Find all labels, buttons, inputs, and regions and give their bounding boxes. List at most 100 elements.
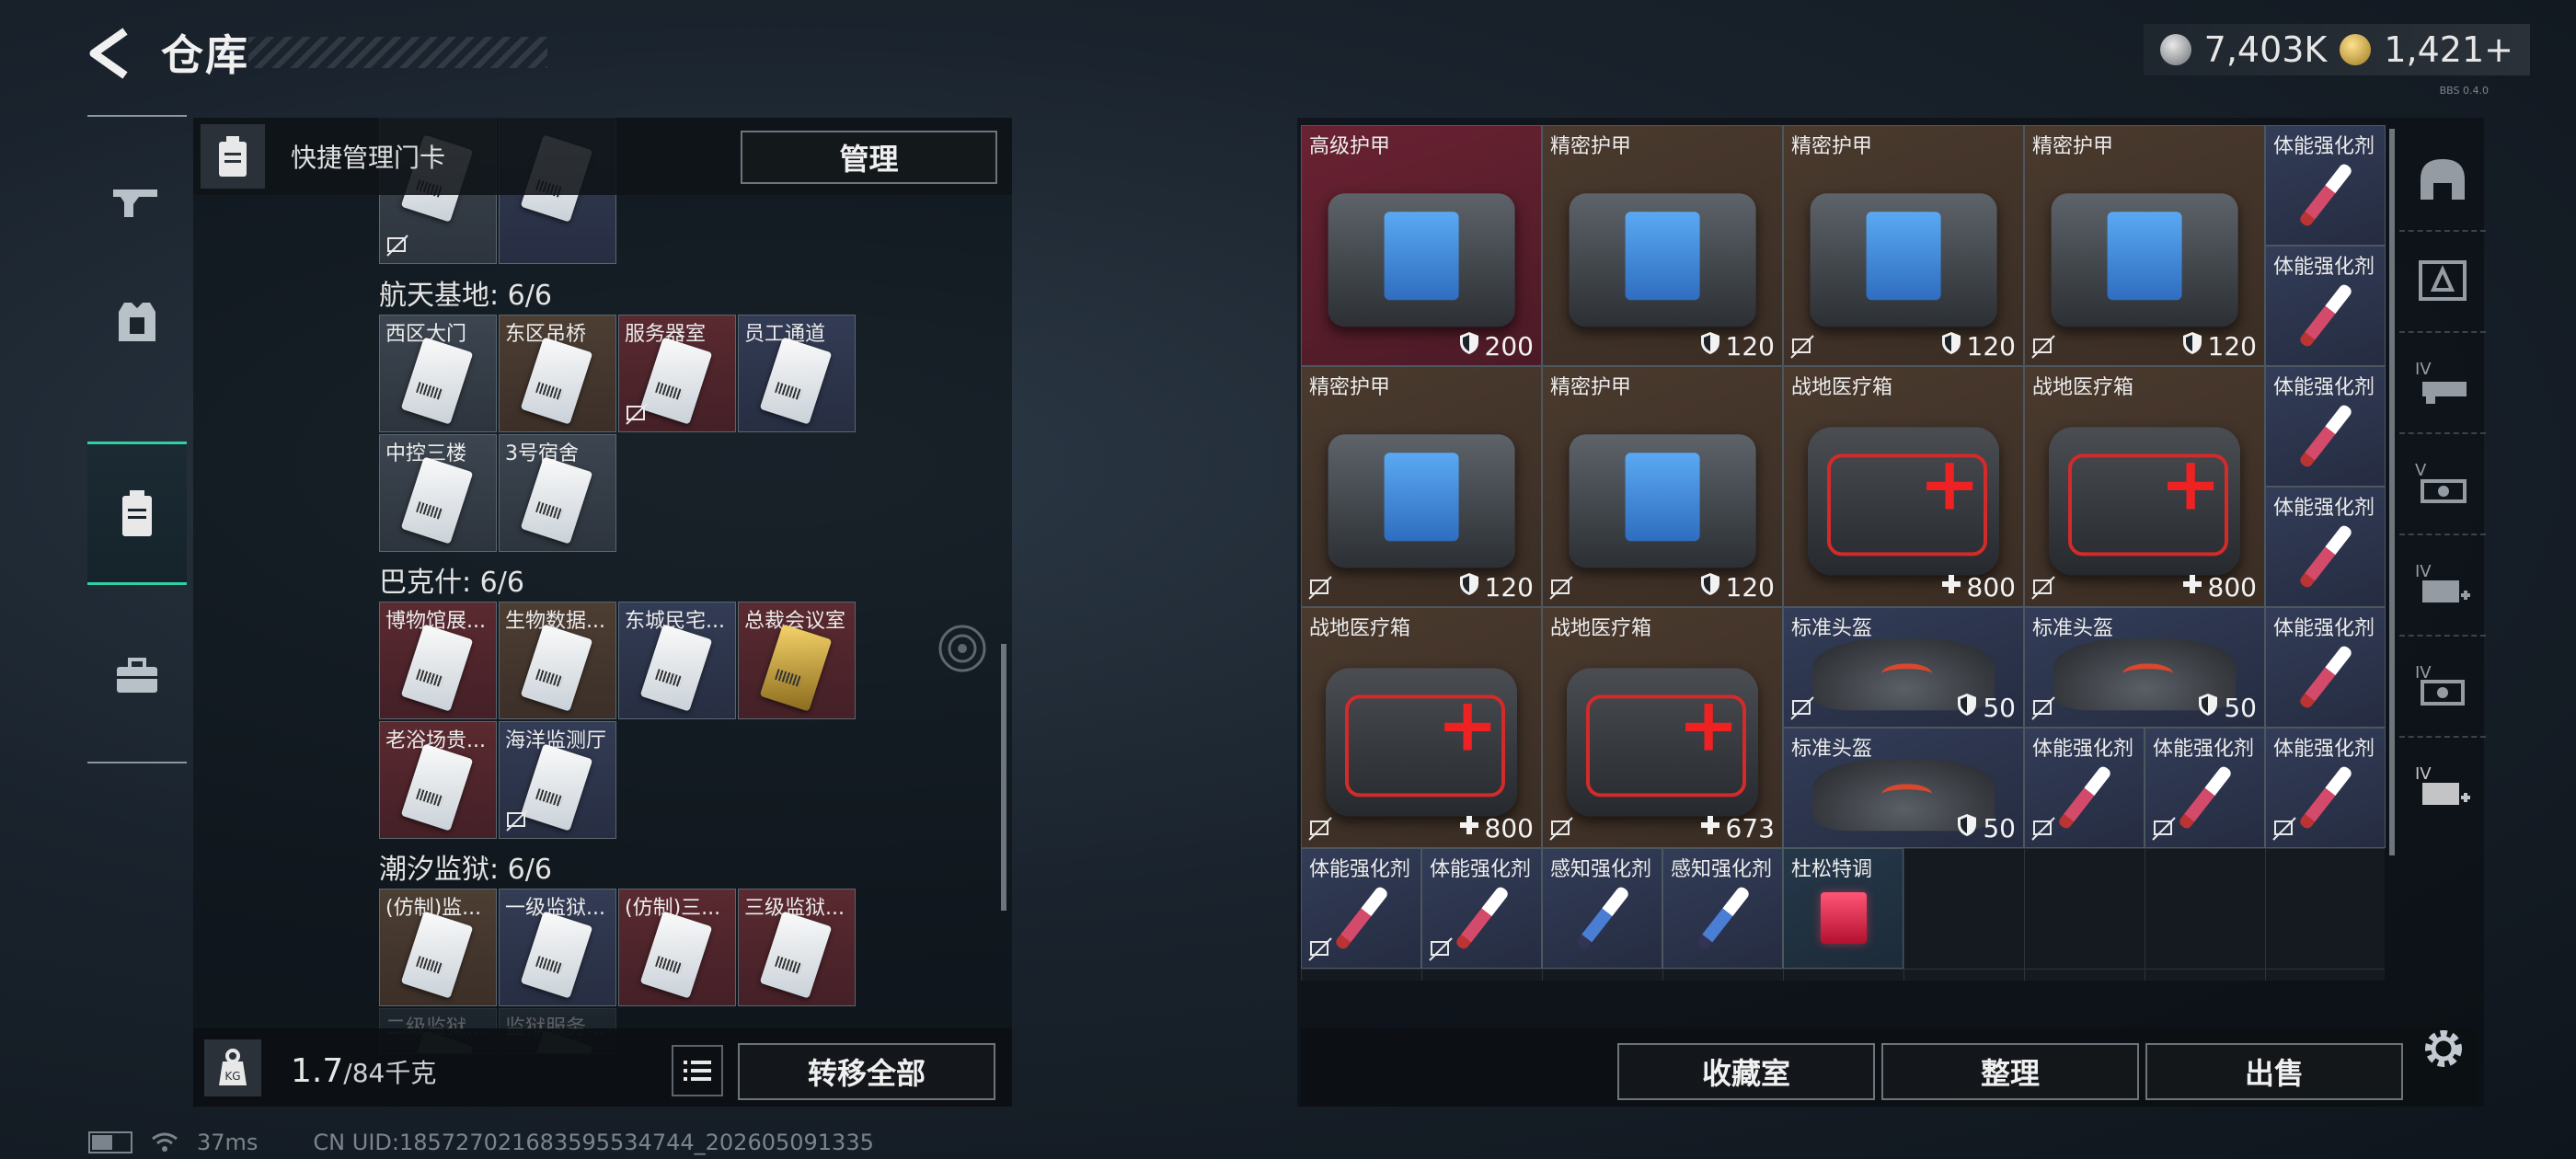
item-durability: 50 — [2198, 693, 2257, 723]
shield-icon — [1941, 331, 1961, 361]
currency-bar: 7,403K 1,421+ — [2143, 24, 2530, 75]
sort-button[interactable]: 整理 — [1881, 1043, 2139, 1100]
stash-item-medkit[interactable]: 战地医疗箱 800 — [1301, 607, 1542, 848]
keycard-image — [639, 911, 713, 999]
medkit-tier-icon: IV — [2415, 562, 2470, 602]
no-transfer-icon — [2030, 334, 2056, 360]
stash-item-medkit[interactable]: 战地医疗箱 673 — [1542, 607, 1783, 848]
stash-item-syringe[interactable]: 体能强化剂 — [2265, 366, 2386, 487]
collection-room-button[interactable]: 收藏室 — [1617, 1043, 1875, 1100]
back-button[interactable] — [85, 26, 136, 81]
stash-item-armor[interactable]: 精密护甲 120 — [1542, 125, 1783, 366]
stash-item-syringe[interactable]: 体能强化剂 — [2265, 125, 2386, 246]
keycard-slot[interactable]: 服务器室 — [618, 315, 736, 432]
stash-item-syringe[interactable]: 体能强化剂 — [2265, 728, 2386, 848]
keycard-image — [759, 911, 833, 999]
armor-image — [1569, 433, 1756, 568]
stash-item-drink[interactable]: 杜松特调 — [1783, 848, 1903, 969]
filter-medkit-iv[interactable]: IV — [2399, 534, 2486, 637]
item-value: 800 — [1484, 813, 1534, 843]
stash-item-medkit[interactable]: 战地医疗箱 800 — [1783, 366, 2024, 607]
shield-icon — [1957, 693, 1977, 723]
stash-item-syringe-blue[interactable]: 感知强化剂 — [1542, 848, 1662, 969]
item-name: 杜松特调 — [1791, 858, 1873, 881]
stash-scrollbar[interactable] — [2389, 129, 2395, 855]
no-transfer-icon — [2030, 575, 2056, 601]
item-name: 体能强化剂 — [2273, 738, 2375, 761]
syringe-image — [2177, 763, 2233, 831]
stash-item-helmet[interactable]: 标准头盔 50 — [1783, 728, 2024, 848]
list-view-button[interactable] — [672, 1045, 723, 1096]
settings-button[interactable] — [2418, 1023, 2469, 1074]
item-value: 120 — [1725, 331, 1775, 361]
filter-helmet[interactable] — [2399, 129, 2486, 232]
stash-item-armor[interactable]: 高级护甲 200 — [1301, 125, 1542, 366]
keycard-slot[interactable]: 东城民宅... — [618, 602, 736, 719]
item-durability: 50 — [1957, 813, 2016, 843]
silver-coin-amount: 7,403K — [2203, 29, 2328, 70]
carry-weight: 1.7/84千克 — [291, 1052, 436, 1090]
keycard-slot[interactable]: (仿制)三... — [618, 889, 736, 1006]
keycard-image — [639, 337, 713, 425]
stash-item-helmet[interactable]: 标准头盔 50 — [1783, 607, 2024, 728]
shield-icon — [2198, 693, 2218, 723]
target-icon[interactable] — [937, 623, 988, 674]
keycard-slot[interactable]: 一级监狱... — [499, 889, 616, 1006]
keycard-slot[interactable]: 海洋监测厅 — [499, 721, 616, 839]
keycard-slot[interactable]: 三级监狱... — [738, 889, 856, 1006]
syringe-image — [1574, 884, 1630, 951]
syringe-image — [2297, 402, 2353, 469]
filter-medkit-iv-2[interactable]: IV — [2399, 635, 2486, 738]
filter-weapon-v[interactable]: V — [2399, 432, 2486, 535]
gold-coin-amount[interactable]: 1,421+ — [2384, 29, 2513, 70]
stash-item-armor[interactable]: 精密护甲 120 — [1301, 366, 1542, 607]
stash-item-syringe[interactable]: 体能强化剂 — [1421, 848, 1542, 969]
item-name: 精密护甲 — [1550, 135, 1632, 158]
no-transfer-icon — [2030, 695, 2056, 721]
stash-item-syringe[interactable]: 体能强化剂 — [2265, 487, 2386, 607]
keycard-slot[interactable]: (仿制)监... — [379, 889, 497, 1006]
stash-item-syringe[interactable]: 体能强化剂 — [2265, 246, 2386, 366]
no-transfer-icon — [1789, 695, 1815, 721]
filter-armor[interactable] — [2399, 230, 2486, 333]
stash-item-syringe[interactable]: 体能强化剂 — [1301, 848, 1421, 969]
stash-item-syringe-blue[interactable]: 感知强化剂 — [1662, 848, 1783, 969]
stash-item-armor[interactable]: 精密护甲 120 — [2024, 125, 2265, 366]
keycard-slot[interactable]: 3号宿舍 — [499, 434, 616, 552]
keycard-slot[interactable]: 西区大门 — [379, 315, 497, 432]
stash-item-syringe[interactable]: 体能强化剂 — [2145, 728, 2265, 848]
item-name: 感知强化剂 — [1550, 858, 1652, 881]
keycard-slot[interactable]: 生物数据... — [499, 602, 616, 719]
item-name: 体能强化剂 — [2273, 497, 2375, 520]
armor-vest-icon — [119, 303, 155, 341]
stash-item-syringe[interactable]: 体能强化剂 — [2265, 607, 2386, 728]
manage-button[interactable]: 管理 — [741, 131, 997, 184]
stash-item-armor[interactable]: 精密护甲 120 — [1542, 366, 1783, 607]
sell-button[interactable]: 出售 — [2145, 1043, 2403, 1100]
keycard-slot[interactable]: 东区吊桥 — [499, 315, 616, 432]
stash-item-helmet[interactable]: 标准头盔 50 — [2024, 607, 2265, 728]
keycard-slot[interactable]: 员工通道 — [738, 315, 856, 432]
keycard-slot[interactable]: 中控三楼 — [379, 434, 497, 552]
stash-item-syringe[interactable]: 体能强化剂 — [2024, 728, 2145, 848]
carry-weight-max: /84千克 — [343, 1058, 437, 1088]
filter-medkit-iv-3[interactable]: IV — [2399, 736, 2486, 837]
svg-text:KG: KG — [224, 1070, 240, 1083]
nav-weapons[interactable] — [87, 152, 187, 253]
stash-item-medkit[interactable]: 战地医疗箱 800 — [2024, 366, 2265, 607]
filter-weapon-iv[interactable]: IV — [2399, 331, 2486, 434]
uid-label: CN UID:185727021683595534744_20260509133… — [313, 1130, 874, 1155]
transfer-all-button[interactable]: 转移全部 — [738, 1043, 995, 1100]
nav-tools[interactable] — [87, 625, 187, 727]
heal-plus-icon — [1700, 813, 1720, 843]
keycard-slot[interactable]: 总裁会议室 — [738, 602, 856, 719]
keycard-slot[interactable]: 博物馆展... — [379, 602, 497, 719]
no-transfer-icon — [1307, 575, 1333, 601]
stash-item-armor[interactable]: 精密护甲 120 — [1783, 125, 2024, 366]
toolbox-icon — [117, 658, 157, 693]
nav-armor[interactable] — [87, 271, 187, 373]
nav-keycards[interactable] — [87, 442, 187, 585]
keycard-image — [400, 743, 474, 832]
keycard-slot[interactable]: 老浴场贵... — [379, 721, 497, 839]
keycard-scrollbar[interactable] — [1001, 644, 1006, 911]
